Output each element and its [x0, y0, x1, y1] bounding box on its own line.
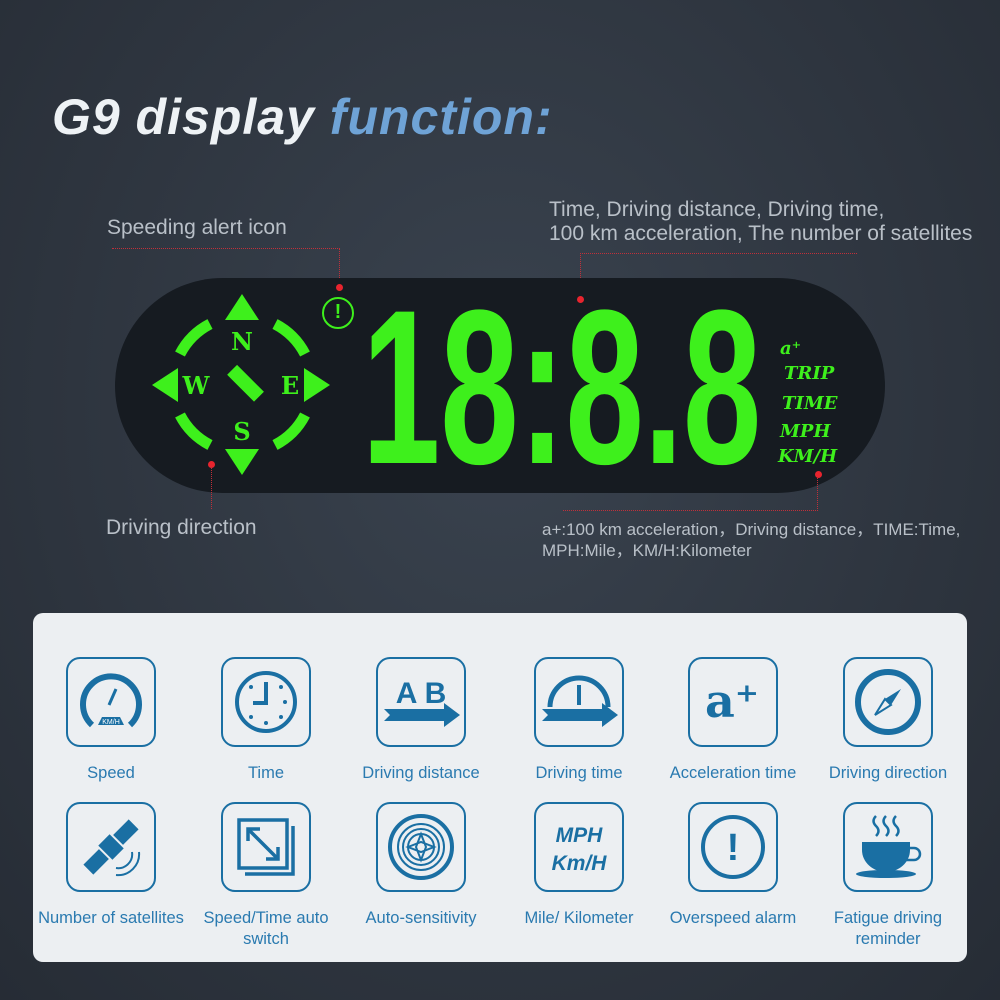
compass-icon: N S W E — [152, 294, 330, 475]
mph-kmh-icon: MPH Km/H — [534, 802, 624, 892]
a-plus-icon: a⁺ — [688, 657, 778, 747]
feature-label: Driving direction — [828, 764, 948, 782]
svg-text:Km/H: Km/H — [552, 852, 608, 875]
feature-number-of-satellites: Number of satellites — [31, 802, 191, 929]
clock-icon — [221, 657, 311, 747]
feature-mile-kilometer: MPH Km/H Mile/ Kilometer — [499, 802, 659, 929]
compass-n: N — [231, 327, 253, 356]
feature-acceleration-time: a⁺ Acceleration time — [653, 657, 813, 784]
feature-overspeed-alarm: ! Overspeed alarm — [653, 802, 813, 929]
feature-label: Auto-sensitivity — [365, 909, 477, 927]
svg-text:KM/H: KM/H — [102, 719, 120, 726]
timer-arrow-icon — [534, 657, 624, 747]
speeding-alert-icon: ! — [322, 297, 354, 329]
compass-e: E — [281, 371, 299, 400]
leader-line — [211, 467, 212, 509]
feature-label: Fatigue driving reminder — [833, 909, 943, 948]
svg-text:MPH: MPH — [556, 824, 604, 847]
leader-line — [563, 478, 818, 511]
feature-label: Mile/ Kilometer — [524, 909, 634, 927]
feature-label: Speed — [87, 764, 135, 782]
satellite-icon — [66, 802, 156, 892]
unit-time: TIME — [782, 393, 838, 414]
callout-dot — [815, 471, 822, 478]
speedometer-icon: KM/H — [66, 657, 156, 747]
a-to-b-icon: A B — [376, 657, 466, 747]
callout-dot — [336, 284, 343, 291]
aperture-icon — [376, 802, 466, 892]
unit-mph: MPH — [780, 421, 831, 442]
feature-driving-distance: A B Driving distance — [341, 657, 501, 784]
resize-arrows-icon — [221, 802, 311, 892]
feature-speed-time-auto-switch: Speed/Time auto switch — [186, 802, 346, 950]
feature-driving-time: Driving time — [499, 657, 659, 784]
display-digits: 18:8.8 — [362, 264, 762, 510]
unit-kmh: KM/H — [778, 446, 838, 467]
svg-text:a⁺: a⁺ — [705, 674, 759, 728]
feature-label: Time — [247, 764, 285, 782]
feature-auto-sensitivity: Auto-sensitivity — [341, 802, 501, 929]
feature-fatigue-driving-reminder: Fatigue driving reminder — [808, 802, 968, 950]
callout-speeding-alert: Speeding alert icon — [107, 216, 287, 239]
feature-label: Driving distance — [362, 764, 480, 782]
feature-speed: KM/H Speed — [31, 657, 191, 784]
feature-time: Time — [186, 657, 346, 784]
compass-s: S — [233, 417, 250, 446]
page-title: G9 display function: — [52, 89, 553, 145]
unit-trip: TRIP — [784, 363, 835, 384]
feature-label: Number of satellites — [38, 909, 184, 927]
feature-driving-direction: Driving direction — [808, 657, 968, 784]
compass-w: W — [182, 371, 211, 400]
feature-label: Speed/Time auto switch — [203, 909, 329, 948]
alert-icon: ! — [688, 802, 778, 892]
callout-bottom-right: a+:100 km acceleration，Driving distance，… — [542, 520, 961, 560]
svg-text:!: ! — [727, 827, 740, 869]
feature-label: Acceleration time — [669, 764, 797, 782]
callout-direction: Driving direction — [106, 516, 257, 539]
callout-top-right: Time, Driving distance, Driving time, 100… — [549, 198, 973, 245]
compass-icon — [843, 657, 933, 747]
coffee-cup-icon — [843, 802, 933, 892]
unit-a-plus: a⁺ — [780, 338, 802, 359]
svg-text:A B: A B — [396, 677, 447, 710]
feature-label: Driving time — [535, 764, 623, 782]
feature-label: Overspeed alarm — [669, 909, 797, 927]
